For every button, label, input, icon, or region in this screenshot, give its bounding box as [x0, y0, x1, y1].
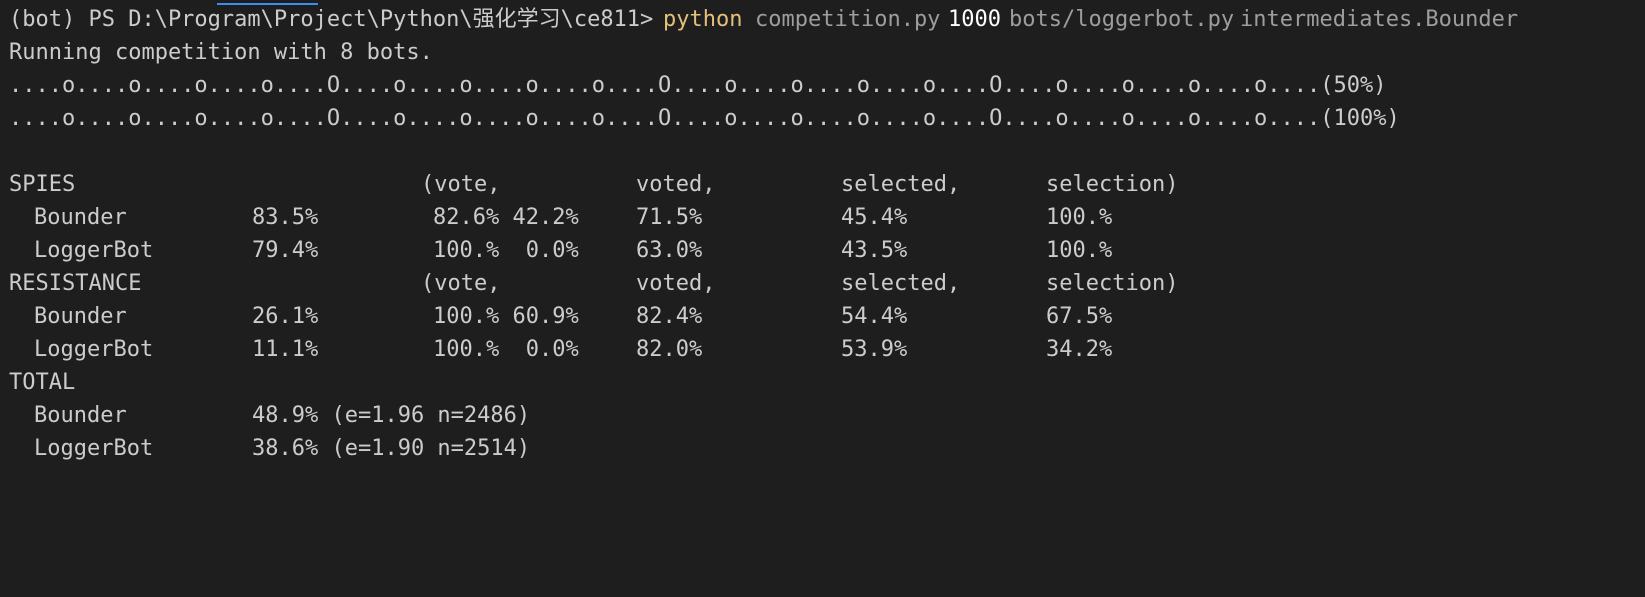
bot-name: LoggerBot	[34, 337, 154, 362]
bot-vote: 100.% 0.0%	[433, 337, 579, 362]
section-title: TOTAL	[9, 370, 76, 395]
command-count: 1000	[948, 7, 1001, 32]
table-row: LoggerBot 79.4% 100.% 0.0% 63.0% 43.5% 1…	[9, 234, 1639, 267]
bot-summary: 38.6% (e=1.90 n=2514)	[252, 436, 531, 461]
bot-selected: 54.4%	[841, 304, 908, 329]
bot-name: Bounder	[34, 304, 127, 329]
bot-selection: 100.%	[1046, 238, 1113, 263]
running-line: Running competition with 8 bots.	[9, 36, 1639, 69]
bot-selection: 100.%	[1046, 205, 1113, 230]
resistance-header-row: RESISTANCE (vote, voted, selected, selec…	[9, 267, 1639, 300]
section-title: RESISTANCE	[9, 271, 142, 296]
bot-name: Bounder	[34, 403, 127, 428]
progress-line: ....o....o....o....o....O....o....o....o…	[9, 102, 1639, 135]
bot-voted: 63.0%	[636, 238, 703, 263]
bot-vote: 100.% 60.9%	[433, 304, 579, 329]
col-selection: selection)	[1046, 271, 1179, 296]
bot-voted: 71.5%	[636, 205, 703, 230]
running-text: Running competition with 8 bots.	[9, 40, 433, 65]
spies-header-row: SPIES (vote, voted, selected, selection)	[9, 168, 1639, 201]
bot-pct: 26.1%	[252, 304, 319, 329]
col-vote: (vote,	[421, 172, 501, 197]
total-header-row: TOTAL	[9, 366, 1639, 399]
table-row: LoggerBot 38.6% (e=1.90 n=2514)	[9, 432, 1639, 465]
bot-voted: 82.4%	[636, 304, 703, 329]
prompt-text: (bot) PS D:\Program\Project\Python\强化学习\…	[9, 7, 654, 32]
progress-text: ....o....o....o....o....O....o....o....o…	[9, 73, 1387, 98]
table-row: Bounder 48.9% (e=1.96 n=2486)	[9, 399, 1639, 432]
command-script: competition.py	[755, 7, 941, 32]
col-voted: voted,	[636, 172, 716, 197]
col-selection: selection)	[1046, 172, 1179, 197]
bot-pct: 83.5%	[252, 205, 319, 230]
table-row: LoggerBot 11.1% 100.% 0.0% 82.0% 53.9% 3…	[9, 333, 1639, 366]
bot-selection: 34.2%	[1046, 337, 1113, 362]
command-bot-file: bots/loggerbot.py	[1009, 7, 1235, 32]
table-row: Bounder 26.1% 100.% 60.9% 82.4% 54.4% 67…	[9, 300, 1639, 333]
progress-text: ....o....o....o....o....O....o....o....o…	[9, 106, 1400, 131]
terminal-output[interactable]: (bot) PS D:\Program\Project\Python\强化学习\…	[9, 3, 1639, 465]
command-python: python	[663, 7, 743, 32]
bot-voted: 82.0%	[636, 337, 703, 362]
progress-line: ....o....o....o....o....O....o....o....o…	[9, 69, 1639, 102]
bot-selection: 67.5%	[1046, 304, 1113, 329]
bot-vote: 100.% 0.0%	[433, 238, 579, 263]
bot-selected: 45.4%	[841, 205, 908, 230]
command-opponent: intermediates.Bounder	[1240, 7, 1519, 32]
bot-name: LoggerBot	[34, 238, 154, 263]
bot-name: Bounder	[34, 205, 127, 230]
bot-summary: 48.9% (e=1.96 n=2486)	[252, 403, 531, 428]
col-selected: selected,	[841, 172, 961, 197]
prompt-line: (bot) PS D:\Program\Project\Python\强化学习\…	[9, 3, 1639, 36]
section-title: SPIES	[9, 172, 76, 197]
bot-pct: 79.4%	[252, 238, 319, 263]
col-selected: selected,	[841, 271, 961, 296]
col-voted: voted,	[636, 271, 716, 296]
bot-selected: 53.9%	[841, 337, 908, 362]
bot-selected: 43.5%	[841, 238, 908, 263]
bot-name: LoggerBot	[34, 436, 154, 461]
table-row: Bounder 83.5% 82.6% 42.2% 71.5% 45.4% 10…	[9, 201, 1639, 234]
col-vote: (vote,	[421, 271, 501, 296]
bot-pct: 11.1%	[252, 337, 319, 362]
bot-vote: 82.6% 42.2%	[433, 205, 579, 230]
